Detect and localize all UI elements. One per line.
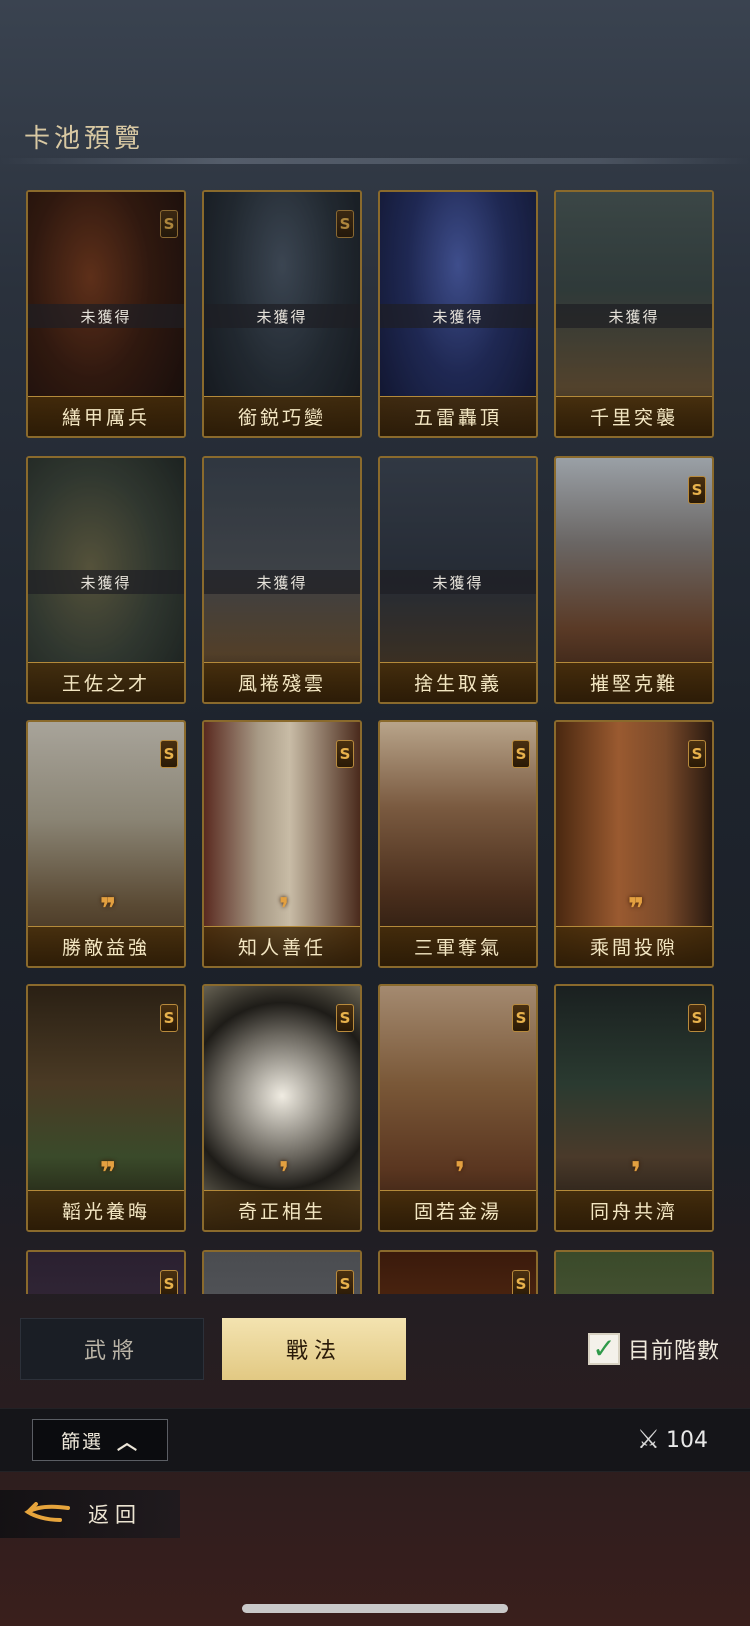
card-name: 千里突襲	[556, 396, 712, 436]
tactic-card[interactable]: S ❜ 同舟共濟	[554, 984, 714, 1232]
tactic-card[interactable]: S 未獲得 繕甲厲兵	[26, 190, 186, 438]
tactic-card[interactable]: S 未獲得 銜鋭巧變	[202, 190, 362, 438]
card-artwork	[556, 1252, 712, 1294]
grade-badge: S	[512, 1004, 530, 1032]
grade-badge: S	[336, 1270, 354, 1294]
card-name: 繕甲厲兵	[28, 396, 184, 436]
tactic-card[interactable]: 未獲得 捨生取義	[378, 456, 538, 704]
quote-mark-icon: ❜❜	[627, 892, 645, 927]
back-label: 返回	[88, 1503, 142, 1527]
grade-badge: S	[160, 740, 178, 768]
card-name: 韜光養晦	[28, 1190, 184, 1230]
card-count: ⚔ 104	[637, 1425, 708, 1455]
current-tier-toggle[interactable]: ✓ 目前階數	[588, 1333, 720, 1365]
filter-button[interactable]: 篩選 ︿	[32, 1419, 168, 1461]
card-name: 奇正相生	[204, 1190, 360, 1230]
current-tier-checkbox[interactable]: ✓	[588, 1333, 620, 1365]
grade-badge: S	[336, 740, 354, 768]
chevron-up-icon: ︿	[117, 1429, 139, 1454]
quote-mark-icon: ❜❜	[99, 1156, 117, 1191]
grade-badge: S	[688, 740, 706, 768]
checkmark-icon: ✓	[592, 1332, 616, 1365]
unobtained-label: 未獲得	[204, 570, 360, 594]
card-name: 三軍奪氣	[380, 926, 536, 966]
tab-tactics[interactable]: 戰法	[222, 1318, 406, 1380]
unobtained-label: 未獲得	[556, 304, 712, 328]
quote-mark-icon: ❜❜	[99, 892, 117, 927]
card-name: 王佐之才	[28, 662, 184, 702]
tactic-card[interactable]	[554, 1250, 714, 1294]
card-name: 固若金湯	[380, 1190, 536, 1230]
tactic-card[interactable]: S	[202, 1250, 362, 1294]
grade-badge: S	[160, 1004, 178, 1032]
unobtained-label: 未獲得	[28, 570, 184, 594]
tab-generals[interactable]: 武將	[20, 1318, 204, 1380]
crossed-swords-icon: ⚔	[636, 1425, 660, 1455]
card-name: 五雷轟頂	[380, 396, 536, 436]
card-name: 知人善任	[204, 926, 360, 966]
unobtained-label: 未獲得	[380, 304, 536, 328]
card-name: 風捲殘雲	[204, 662, 360, 702]
tactic-card[interactable]: 未獲得 王佐之才	[26, 456, 186, 704]
unobtained-label: 未獲得	[28, 304, 184, 328]
tactic-card[interactable]: S ❜ 奇正相生	[202, 984, 362, 1232]
card-name: 同舟共濟	[556, 1190, 712, 1230]
quote-mark-icon: ❜	[278, 1156, 290, 1191]
current-tier-label: 目前階數	[628, 1339, 721, 1364]
back-arrow-icon	[24, 1502, 70, 1522]
tactic-card[interactable]: S ❜❜ 韜光養晦	[26, 984, 186, 1232]
tactic-card[interactable]: S	[378, 1250, 538, 1294]
tactic-card[interactable]: S 摧堅克難	[554, 456, 714, 704]
quote-mark-icon: ❜	[454, 1156, 466, 1191]
home-indicator[interactable]	[242, 1604, 508, 1613]
card-name: 勝敵益強	[28, 926, 184, 966]
filter-label: 篩選	[60, 1430, 103, 1453]
tactic-card[interactable]: S ❜ 知人善任	[202, 720, 362, 968]
quote-mark-icon: ❜	[630, 1156, 642, 1191]
tactic-card[interactable]: 未獲得 千里突襲	[554, 190, 714, 438]
card-grid[interactable]: S 未獲得 繕甲厲兵 S 未獲得 銜鋭巧變 未獲得 五雷轟頂 未獲得 千里突襲 未獲得 王佐之才 未獲得…	[0, 190, 750, 1294]
grade-badge: S	[512, 740, 530, 768]
page-title: 卡池預覽	[24, 124, 145, 154]
quote-mark-icon: ❜	[278, 892, 290, 927]
grade-badge: S	[688, 476, 706, 504]
back-button[interactable]: 返回	[0, 1490, 180, 1538]
tactic-card[interactable]: S ❜ 固若金湯	[378, 984, 538, 1232]
tactic-card[interactable]: S 三軍奪氣	[378, 720, 538, 968]
grade-badge: S	[688, 1004, 706, 1032]
card-name: 摧堅克難	[556, 662, 712, 702]
tactic-card[interactable]: S ❜❜ 乘間投隙	[554, 720, 714, 968]
title-divider	[0, 158, 750, 164]
tactic-card[interactable]: S	[26, 1250, 186, 1294]
card-count-value: 104	[666, 1427, 708, 1453]
grade-badge: S	[512, 1270, 530, 1294]
card-name: 銜鋭巧變	[204, 396, 360, 436]
grade-badge: S	[336, 1004, 354, 1032]
unobtained-label: 未獲得	[380, 570, 536, 594]
grade-badge: S	[160, 1270, 178, 1294]
card-name: 捨生取義	[380, 662, 536, 702]
tactic-card[interactable]: S ❜❜ 勝敵益強	[26, 720, 186, 968]
tactic-card[interactable]: 未獲得 五雷轟頂	[378, 190, 538, 438]
unobtained-label: 未獲得	[204, 304, 360, 328]
card-name: 乘間投隙	[556, 926, 712, 966]
tactic-card[interactable]: 未獲得 風捲殘雲	[202, 456, 362, 704]
filter-strip: 篩選 ︿ ⚔ 104	[0, 1408, 750, 1472]
